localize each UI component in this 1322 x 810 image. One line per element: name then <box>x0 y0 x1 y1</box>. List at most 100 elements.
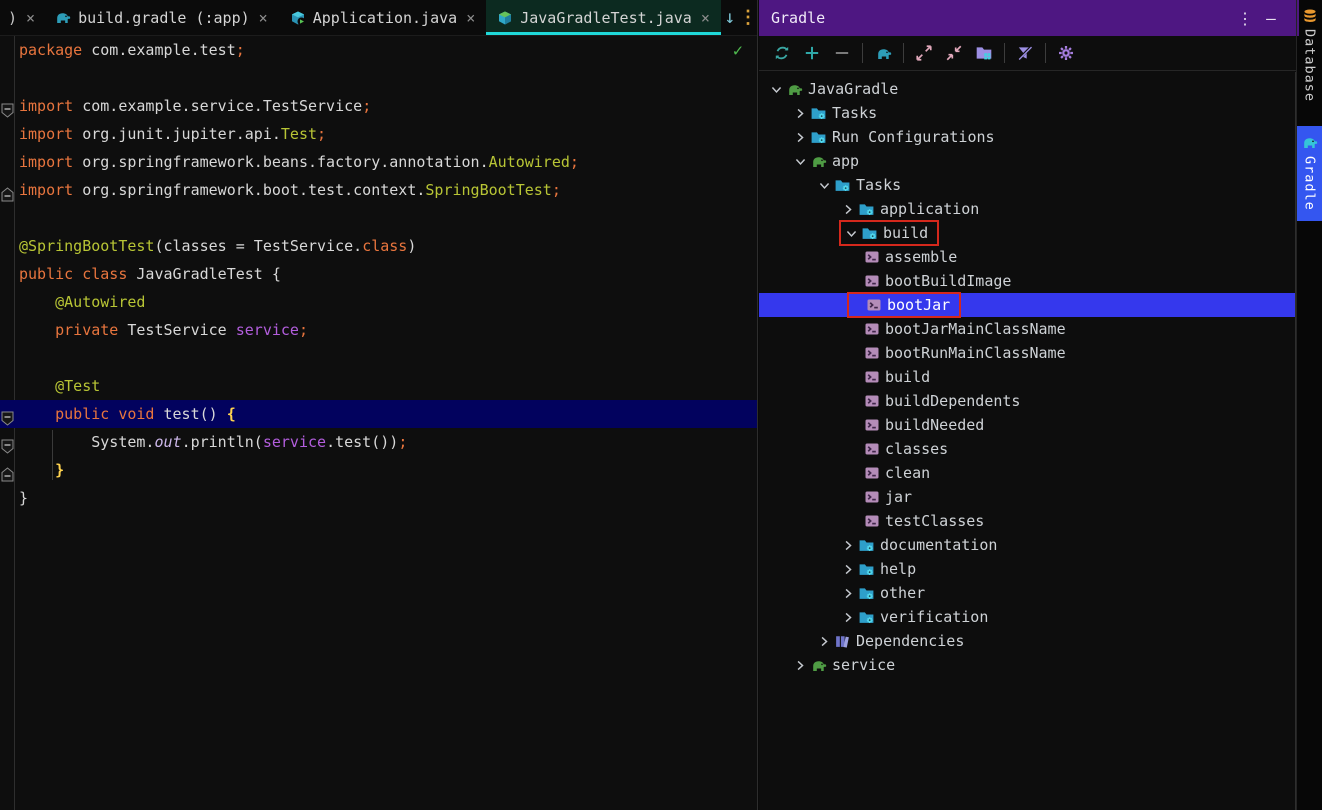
tree-label: buildNeeded <box>885 416 984 434</box>
settings-icon[interactable] <box>1051 40 1081 66</box>
code-line[interactable]: System.out.println(service.test()); <box>0 428 757 456</box>
chevron-down-icon[interactable] <box>842 225 861 241</box>
chevron-right-icon[interactable] <box>839 585 858 601</box>
chevron-right-icon[interactable] <box>839 537 858 553</box>
tree-row-help[interactable]: help <box>759 557 1295 581</box>
gradle-minimize-icon[interactable]: — <box>1258 9 1284 28</box>
chevron-right-icon[interactable] <box>839 561 858 577</box>
editor-tab-javagradletest-java[interactable]: JavaGradleTest.java × <box>486 0 721 35</box>
chevron-right-icon[interactable] <box>839 201 858 217</box>
tree-row-tasks[interactable]: Tasks <box>759 173 1295 197</box>
code-line[interactable] <box>0 204 757 232</box>
code-line[interactable]: @Test <box>0 372 757 400</box>
tree-row-javagradle[interactable]: JavaGradle <box>759 77 1295 101</box>
tab-close-icon[interactable]: × <box>26 9 35 27</box>
tree-label: Tasks <box>832 104 877 122</box>
code-line[interactable] <box>0 344 757 372</box>
code-line[interactable]: private TestService service; <box>0 316 757 344</box>
chevron-down-icon[interactable] <box>815 177 834 193</box>
code-line[interactable]: } <box>0 484 757 512</box>
code-token: org.junit.jupiter.api. <box>82 125 281 143</box>
chevron-right-icon[interactable] <box>839 609 858 625</box>
tree-row-other[interactable]: other <box>759 581 1295 605</box>
tree-label: application <box>880 200 979 218</box>
tree-label: verification <box>880 608 988 626</box>
tree-row-tasks[interactable]: Tasks <box>759 101 1295 125</box>
code-token: public class <box>19 265 136 283</box>
code-token: ) <box>407 237 416 255</box>
toolbar-separator <box>903 43 904 63</box>
tree-label: help <box>880 560 916 578</box>
remove-icon[interactable] <box>827 40 857 66</box>
tree-row-build[interactable]: build <box>759 221 1295 245</box>
tree-row-testclasses[interactable]: testClasses <box>759 509 1295 533</box>
code-line[interactable]: } <box>0 456 757 484</box>
gradle-elephant-icon[interactable] <box>868 40 898 66</box>
sync-icon[interactable] <box>767 40 797 66</box>
gradle-more-icon[interactable]: ⋮ <box>1232 9 1258 28</box>
editor-tab-build-gradle-app-[interactable]: build.gradle (:app) × <box>43 0 279 35</box>
toolbar-separator <box>1004 43 1005 63</box>
code-token: class <box>362 237 407 255</box>
chevron-down-icon[interactable] <box>767 81 786 97</box>
tab-close-icon[interactable]: × <box>466 9 475 27</box>
tab-close-icon[interactable]: × <box>259 9 268 27</box>
tree-row-build[interactable]: build <box>759 365 1295 389</box>
tree-row-bootjar[interactable]: bootJar <box>759 293 1295 317</box>
code-editor[interactable]: ✓ package com.example.test;import com.ex… <box>0 36 757 810</box>
side-tab-gradle[interactable]: Gradle <box>1297 126 1322 221</box>
tab-close-icon[interactable]: × <box>701 9 710 27</box>
fold-end-icon[interactable] <box>1 463 14 478</box>
collapse-all-icon[interactable] <box>939 40 969 66</box>
add-icon[interactable] <box>797 40 827 66</box>
code-line[interactable] <box>0 64 757 92</box>
tree-row-dependencies[interactable]: Dependencies <box>759 629 1295 653</box>
fold-start-icon[interactable] <box>1 99 14 114</box>
code-line[interactable]: public class JavaGradleTest { <box>0 260 757 288</box>
fold-start-icon[interactable] <box>1 435 14 450</box>
code-line[interactable]: public void test() { <box>0 400 757 428</box>
tree-row-application[interactable]: application <box>759 197 1295 221</box>
tree-row-run-configurations[interactable]: Run Configurations <box>759 125 1295 149</box>
chevron-down-icon[interactable] <box>791 153 810 169</box>
navigate-down-icon[interactable]: ↓ <box>721 0 739 35</box>
code-line[interactable]: import org.springframework.beans.factory… <box>0 148 757 176</box>
tree-row-classes[interactable]: classes <box>759 437 1295 461</box>
tree-row-bootrunmainclassname[interactable]: bootRunMainClassName <box>759 341 1295 365</box>
filter-off-icon[interactable] <box>1010 40 1040 66</box>
side-tab-database[interactable]: Database <box>1297 0 1322 112</box>
tree-row-documentation[interactable]: documentation <box>759 533 1295 557</box>
code-token: .test()) <box>326 433 398 451</box>
group-tasks-icon[interactable] <box>969 40 999 66</box>
editor-tab-application-java[interactable]: Application.java × <box>279 0 487 35</box>
expand-all-icon[interactable] <box>909 40 939 66</box>
tree-label: build <box>883 224 928 242</box>
code-line[interactable]: package com.example.test; <box>0 36 757 64</box>
code-token: import <box>19 181 82 199</box>
tree-row-jar[interactable]: jar <box>759 485 1295 509</box>
fold-start-icon[interactable] <box>1 407 14 422</box>
tree-row-assemble[interactable]: assemble <box>759 245 1295 269</box>
tree-row-verification[interactable]: verification <box>759 605 1295 629</box>
code-line[interactable]: @Autowired <box>0 288 757 316</box>
chevron-right-icon[interactable] <box>791 129 810 145</box>
annotation-red-box: build <box>839 220 939 246</box>
tree-row-bootjarmainclassname[interactable]: bootJarMainClassName <box>759 317 1295 341</box>
fold-end-icon[interactable] <box>1 183 14 198</box>
code-line[interactable]: import com.example.service.TestService; <box>0 92 757 120</box>
code-line[interactable]: import org.springframework.boot.test.con… <box>0 176 757 204</box>
chevron-right-icon[interactable] <box>791 105 810 121</box>
tree-row-buildneeded[interactable]: buildNeeded <box>759 413 1295 437</box>
tree-row-app[interactable]: app <box>759 149 1295 173</box>
tree-row-bootbuildimage[interactable]: bootBuildImage <box>759 269 1295 293</box>
code-line[interactable]: import org.junit.jupiter.api.Test; <box>0 120 757 148</box>
tree-row-clean[interactable]: clean <box>759 461 1295 485</box>
chevron-right-icon[interactable] <box>791 657 810 673</box>
chevron-right-icon[interactable] <box>815 633 834 649</box>
tree-row-builddependents[interactable]: buildDependents <box>759 389 1295 413</box>
code-token: System. <box>19 433 154 451</box>
code-line[interactable]: @SpringBootTest(classes = TestService.cl… <box>0 232 757 260</box>
tree-row-service[interactable]: service <box>759 653 1295 677</box>
tab-more-icon[interactable]: ⋮ <box>739 0 757 35</box>
editor-tab-truncated[interactable]: ) × <box>0 0 43 35</box>
